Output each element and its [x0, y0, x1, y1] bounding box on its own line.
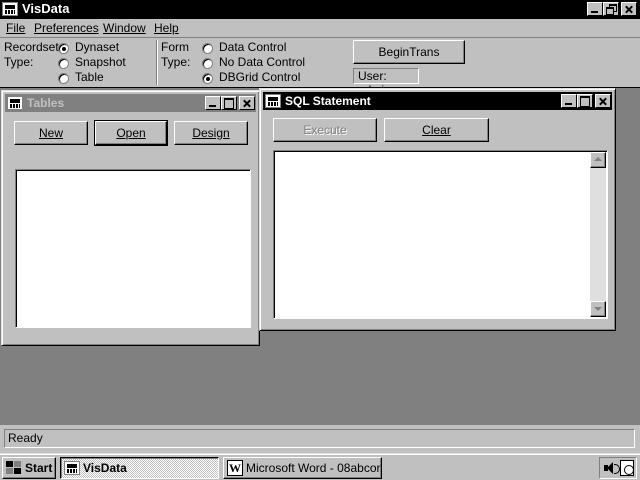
tables-window-titlebar[interactable]: Tables	[5, 94, 256, 112]
taskbar: Start VisData W Microsoft Word - 08abcor…	[0, 453, 640, 480]
scroll-up-arrow-icon[interactable]	[590, 152, 606, 168]
radio-dynaset[interactable]	[58, 43, 69, 54]
sql-window-titlebar[interactable]: SQL Statement	[263, 92, 612, 110]
recordset-type-label-line2: Type:	[4, 55, 34, 69]
speaker-icon[interactable]	[604, 462, 620, 474]
sql-window-controls	[561, 94, 611, 108]
sql-window-icon[interactable]	[265, 94, 281, 108]
user-indicator: User: admin	[353, 68, 419, 97]
tables-window: Tables New Open Design	[1, 90, 260, 346]
main-titlebar[interactable]: VisData	[0, 0, 640, 19]
tables-window-controls	[205, 96, 255, 110]
menu-help[interactable]: Help	[154, 21, 179, 35]
menu-preferences[interactable]: Preferences	[34, 21, 99, 35]
sql-statement-textarea[interactable]	[273, 150, 608, 319]
radio-snapshot-label[interactable]: Snapshot	[75, 55, 126, 69]
open-table-button[interactable]: Open	[94, 120, 168, 146]
sql-maximize-button[interactable]	[577, 94, 593, 108]
menu-file[interactable]: File	[6, 21, 25, 35]
sql-statement-window: SQL Statement Execute Clear	[259, 88, 616, 331]
visdata-app-icon[interactable]	[2, 2, 18, 16]
tables-window-title: Tables	[27, 96, 65, 110]
sql-vertical-scrollbar[interactable]	[590, 152, 606, 317]
radio-no-data-control[interactable]	[202, 58, 213, 69]
radio-snapshot[interactable]	[58, 58, 69, 69]
scroll-down-arrow-icon[interactable]	[590, 301, 606, 317]
radio-data-control-label[interactable]: Data Control	[219, 40, 286, 54]
close-button[interactable]	[621, 2, 637, 16]
main-window-controls	[587, 2, 637, 16]
recordset-type-label-line1: Recordset	[4, 40, 59, 54]
menu-bar: File Preferences Window Help	[0, 19, 640, 37]
radio-table-label[interactable]: Table	[75, 70, 104, 84]
radio-table[interactable]	[58, 73, 69, 84]
window-title: VisData	[22, 1, 70, 16]
clear-button[interactable]: Clear	[384, 118, 489, 142]
form-type-label-line1: Form	[161, 40, 189, 54]
system-tray	[599, 457, 637, 479]
word-icon: W	[227, 460, 243, 476]
status-text: Ready	[4, 429, 635, 448]
start-button[interactable]: Start	[2, 457, 56, 479]
begin-trans-button[interactable]: BeginTrans	[353, 40, 465, 64]
radio-dbgrid-control[interactable]	[202, 73, 213, 84]
sql-minimize-button[interactable]	[561, 94, 577, 108]
taskbar-visdata-button[interactable]: VisData	[60, 457, 219, 479]
new-table-button[interactable]: New	[14, 121, 88, 145]
sql-window-title: SQL Statement	[285, 94, 371, 108]
radio-dbgrid-control-label[interactable]: DBGrid Control	[219, 70, 300, 84]
radio-data-control[interactable]	[202, 43, 213, 54]
taskbar-word-button[interactable]: W Microsoft Word - 08abcor....	[223, 457, 382, 479]
table-window-icon[interactable]	[7, 96, 23, 110]
visdata-app-icon	[64, 461, 80, 475]
tables-minimize-button[interactable]	[205, 96, 221, 110]
tables-close-button[interactable]	[239, 96, 255, 110]
restore-button[interactable]	[603, 2, 619, 16]
toolbar: Recordset Type: Dynaset Snapshot Table F…	[0, 37, 640, 97]
radio-dynaset-label[interactable]: Dynaset	[75, 40, 119, 54]
toolbar-divider	[156, 40, 158, 85]
execute-button[interactable]: Execute	[273, 118, 377, 142]
minimize-button[interactable]	[587, 2, 603, 16]
tables-maximize-button[interactable]	[221, 96, 237, 110]
status-bar: Ready	[0, 425, 640, 453]
windows-logo-icon	[6, 461, 22, 475]
scheduler-icon[interactable]	[620, 460, 634, 476]
tables-list[interactable]	[15, 169, 251, 328]
radio-no-data-control-label[interactable]: No Data Control	[219, 55, 305, 69]
design-table-button[interactable]: Design	[174, 121, 248, 145]
sql-close-button[interactable]	[595, 94, 611, 108]
menu-window[interactable]: Window	[103, 21, 146, 35]
form-type-label-line2: Type:	[161, 55, 191, 69]
